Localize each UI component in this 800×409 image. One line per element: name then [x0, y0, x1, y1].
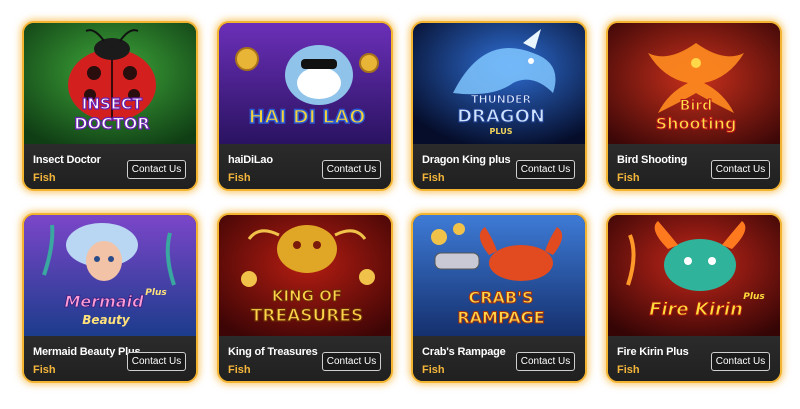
contact-us-button[interactable]: Contact Us — [127, 352, 186, 371]
game-category: Fish — [422, 172, 445, 184]
contact-us-button[interactable]: Contact Us — [516, 352, 575, 371]
game-title: Dragon King plus — [422, 154, 511, 166]
game-info-bar: Bird Shooting Fish Contact Us — [608, 144, 780, 189]
game-thumbnail[interactable]: HAI DI LAO — [219, 23, 391, 144]
game-grid: INSECT DOCTOR Insect Doctor Fish Contact… — [0, 0, 800, 409]
game-category: Fish — [228, 172, 251, 184]
game-card-crabs-rampage[interactable]: CRAB'S RAMPAGE Crab's Rampage Fish Conta… — [411, 213, 587, 383]
game-logo-line: Fire Kirin — [649, 299, 743, 320]
contact-us-button[interactable]: Contact Us — [322, 352, 381, 371]
game-category: Fish — [617, 364, 640, 376]
game-logo-line: THUNDER — [471, 93, 531, 106]
game-category: Fish — [228, 364, 251, 376]
game-logo-line: INSECT — [82, 95, 143, 113]
game-logo-line: Plus — [145, 288, 167, 298]
game-logo-line: PLUS — [490, 127, 513, 136]
contact-us-button[interactable]: Contact Us — [711, 160, 770, 179]
game-title: Insect Doctor — [33, 154, 101, 166]
game-info-bar: Mermaid Beauty Plus Fish Contact Us — [24, 336, 196, 381]
game-title: Fire Kirin Plus — [617, 346, 689, 358]
game-logo-line: KING OF — [272, 287, 342, 305]
game-category: Fish — [422, 364, 445, 376]
game-card-haidilao[interactable]: HAI DI LAO haiDiLao Fish Contact Us — [217, 21, 393, 191]
game-category: Fish — [617, 172, 640, 184]
contact-us-button[interactable]: Contact Us — [711, 352, 770, 371]
contact-us-button[interactable]: Contact Us — [127, 160, 186, 179]
game-logo-line: HAI DI LAO — [249, 106, 366, 128]
game-logo-line: Beauty — [82, 313, 131, 327]
game-card-mermaid-beauty-plus[interactable]: Mermaid Beauty Plus Mermaid Beauty Plus … — [22, 213, 198, 383]
game-logo-line: Bird — [680, 98, 712, 114]
game-logo-line: TREASURES — [251, 306, 363, 326]
game-thumbnail[interactable]: KING OF TREASURES — [219, 215, 391, 336]
game-card-fire-kirin-plus[interactable]: Fire Kirin Plus Fire Kirin Plus Fish Con… — [606, 213, 782, 383]
game-thumbnail[interactable]: Mermaid Beauty Plus — [24, 215, 196, 336]
game-info-bar: King of Treasures Fish Contact Us — [219, 336, 391, 381]
game-info-bar: haiDiLao Fish Contact Us — [219, 144, 391, 189]
game-title: haiDiLao — [228, 154, 273, 166]
game-card-bird-shooting[interactable]: Bird Shooting Bird Shooting Fish Contact… — [606, 21, 782, 191]
game-logo-line: Shooting — [656, 114, 737, 133]
game-card-king-of-treasures[interactable]: KING OF TREASURES King of Treasures Fish… — [217, 213, 393, 383]
game-info-bar: Crab's Rampage Fish Contact Us — [413, 336, 585, 381]
game-title: King of Treasures — [228, 346, 318, 358]
game-logo-line: DRAGON — [457, 106, 545, 127]
game-card-insect-doctor[interactable]: INSECT DOCTOR Insect Doctor Fish Contact… — [22, 21, 198, 191]
game-logo-line: CRAB'S — [468, 288, 533, 307]
contact-us-button[interactable]: Contact Us — [322, 160, 381, 179]
contact-us-button[interactable]: Contact Us — [516, 160, 575, 179]
game-logo-line: RAMPAGE — [457, 308, 544, 327]
game-thumbnail[interactable]: Fire Kirin Plus — [608, 215, 780, 336]
game-category: Fish — [33, 172, 56, 184]
game-thumbnail[interactable]: THUNDER DRAGON PLUS — [413, 23, 585, 144]
game-thumbnail[interactable]: CRAB'S RAMPAGE — [413, 215, 585, 336]
game-info-bar: Insect Doctor Fish Contact Us — [24, 144, 196, 189]
game-title: Crab's Rampage — [422, 346, 506, 358]
game-category: Fish — [33, 364, 56, 376]
game-title: Mermaid Beauty Plus — [33, 346, 141, 358]
game-thumbnail[interactable]: Bird Shooting — [608, 23, 780, 144]
game-title: Bird Shooting — [617, 154, 688, 166]
game-logo-line: Mermaid — [64, 292, 144, 311]
game-logo-line: DOCTOR — [74, 114, 149, 133]
game-info-bar: Fire Kirin Plus Fish Contact Us — [608, 336, 780, 381]
game-thumbnail[interactable]: INSECT DOCTOR — [24, 23, 196, 144]
game-logo-line: Plus — [743, 292, 765, 302]
game-card-dragon-king-plus[interactable]: THUNDER DRAGON PLUS Dragon King plus Fis… — [411, 21, 587, 191]
game-info-bar: Dragon King plus Fish Contact Us — [413, 144, 585, 189]
